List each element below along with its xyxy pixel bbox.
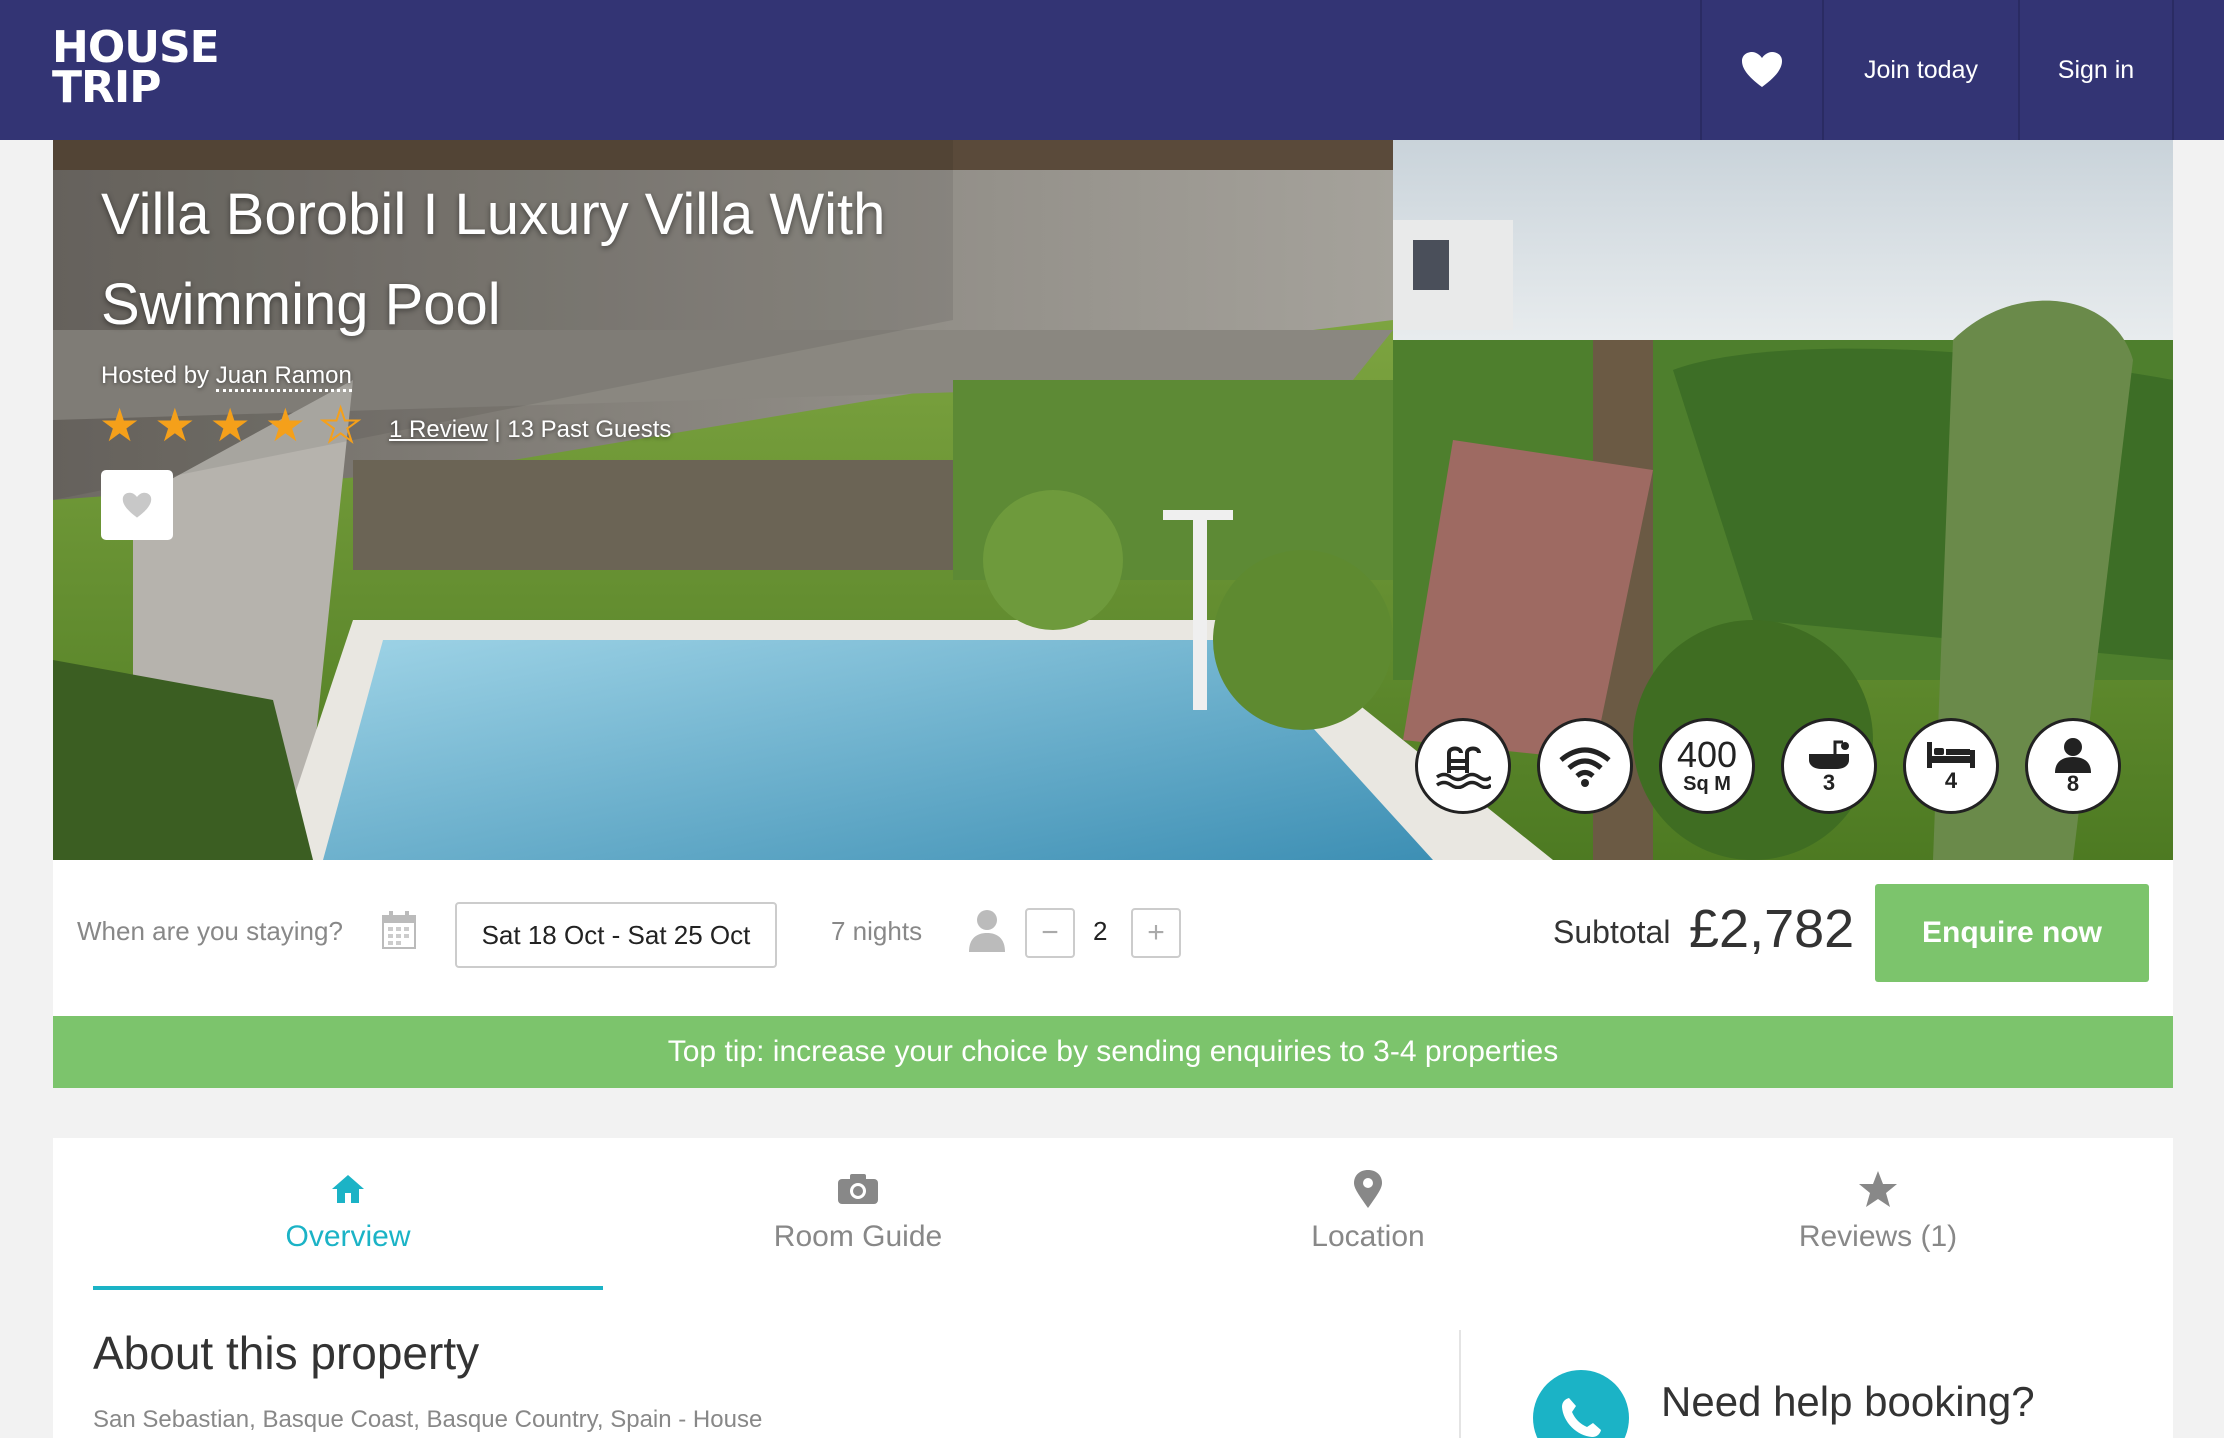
favourite-button[interactable] [101,470,173,540]
property-location: San Sebastian, Basque Coast, Basque Coun… [93,1406,763,1433]
hosted-by: Hosted by Juan Ramon [101,362,352,392]
hero-image: Villa Borobil I Luxury Villa With Swimmi… [53,140,2173,860]
wishlist-button[interactable] [1700,0,1822,140]
guest-capacity: 8 [2066,771,2080,796]
calendar-icon[interactable] [381,910,417,950]
bathroom-icon [1809,740,1849,769]
housetrip-logo[interactable]: HOUSE TRIP [52,26,220,118]
star-empty-icon: ★ [319,399,362,451]
amenity-area: 400 Sq M [1659,718,1755,814]
tab-location[interactable]: Location [1113,1138,1623,1290]
sign-in-link[interactable]: Sign in [2018,0,2174,140]
staying-label: When are you staying? [77,916,343,946]
date-range-picker[interactable]: Sat 18 Oct - Sat 25 Oct [455,902,777,968]
enquire-now-button[interactable]: Enquire now [1875,884,2149,982]
about-property-heading: About this property [93,1327,480,1379]
subtotal-value: £2,782 [1689,899,1855,959]
subtotal-label: Subtotal [1553,914,1671,950]
listing-details: Overview Room Guide Location Reviews (1)… [53,1138,2173,1438]
review-summary: 1 Review | 13 Past Guests [389,416,671,444]
need-help-heading: Need help booking? [1661,1378,2035,1425]
header-nav: Join today Sign in [1700,0,2174,140]
pool-icon [1435,746,1491,789]
camera-icon [838,1174,878,1204]
top-navigation-bar: HOUSE TRIP Join today Sign in [0,0,2224,140]
tab-room-guide[interactable]: Room Guide [603,1138,1113,1290]
review-link[interactable]: 1 Review [389,416,488,443]
star-icon: ★ [264,399,306,451]
join-today-link[interactable]: Join today [1822,0,2018,140]
phone-icon-badge[interactable] [1533,1370,1629,1438]
nights-count: 7 nights [831,916,923,946]
amenity-pool [1415,718,1511,814]
past-guests: | 13 Past Guests [494,416,672,443]
tab-reviews-label: Reviews (1) [1798,1220,1958,1253]
tab-room-guide-label: Room Guide [773,1220,943,1253]
guests-decrement-button[interactable]: − [1025,908,1075,958]
listing-tabs: Overview Room Guide Location Reviews (1) [93,1138,2133,1290]
guests-increment-button[interactable]: + [1131,908,1181,958]
booking-bar: When are you staying? Sat 18 Oct - Sat 2… [53,860,2173,1016]
guests-count: 2 [1093,916,1108,946]
map-pin-icon [1354,1170,1382,1208]
amenity-guests: 8 [2025,718,2121,814]
amenity-wifi [1537,718,1633,814]
tab-overview[interactable]: Overview [93,1138,603,1290]
tab-location-label: Location [1311,1220,1425,1253]
area-value: 400 [1676,734,1738,775]
host-name-link[interactable]: Juan Ramon [215,362,352,392]
listing-title: Villa Borobil I Luxury Villa With Swimmi… [101,182,886,337]
bedroom-count: 4 [1944,768,1958,793]
tab-overview-label: Overview [285,1220,411,1253]
logo-line-2: TRIP [52,62,162,113]
tab-reviews[interactable]: Reviews (1) [1623,1138,2133,1290]
heart-icon [1742,52,1782,87]
guest-icon [969,910,1005,952]
home-icon [332,1175,364,1203]
hosted-by-label: Hosted by [101,362,210,389]
phone-icon [1562,1398,1601,1437]
star-icon [1859,1171,1897,1207]
rating-stars: ★ ★ ★ ★ ★ [99,399,362,451]
bedroom-icon [1927,742,1975,768]
column-divider [1459,1330,1461,1438]
amenity-bathrooms: 3 [1781,718,1877,814]
amenity-badges: 400 Sq M 3 4 8 [1415,718,2121,814]
star-icon: ★ [99,399,141,451]
heart-icon [122,492,152,518]
star-icon: ★ [209,399,251,451]
top-tip-banner: Top tip: increase your choice by sending… [53,1016,2173,1088]
area-unit: Sq M [1683,773,1731,795]
star-icon: ★ [154,399,196,451]
amenity-bedrooms: 4 [1903,718,1999,814]
guests-icon [2055,738,2091,773]
bathroom-count: 3 [1822,770,1836,795]
wifi-icon [1559,747,1611,787]
